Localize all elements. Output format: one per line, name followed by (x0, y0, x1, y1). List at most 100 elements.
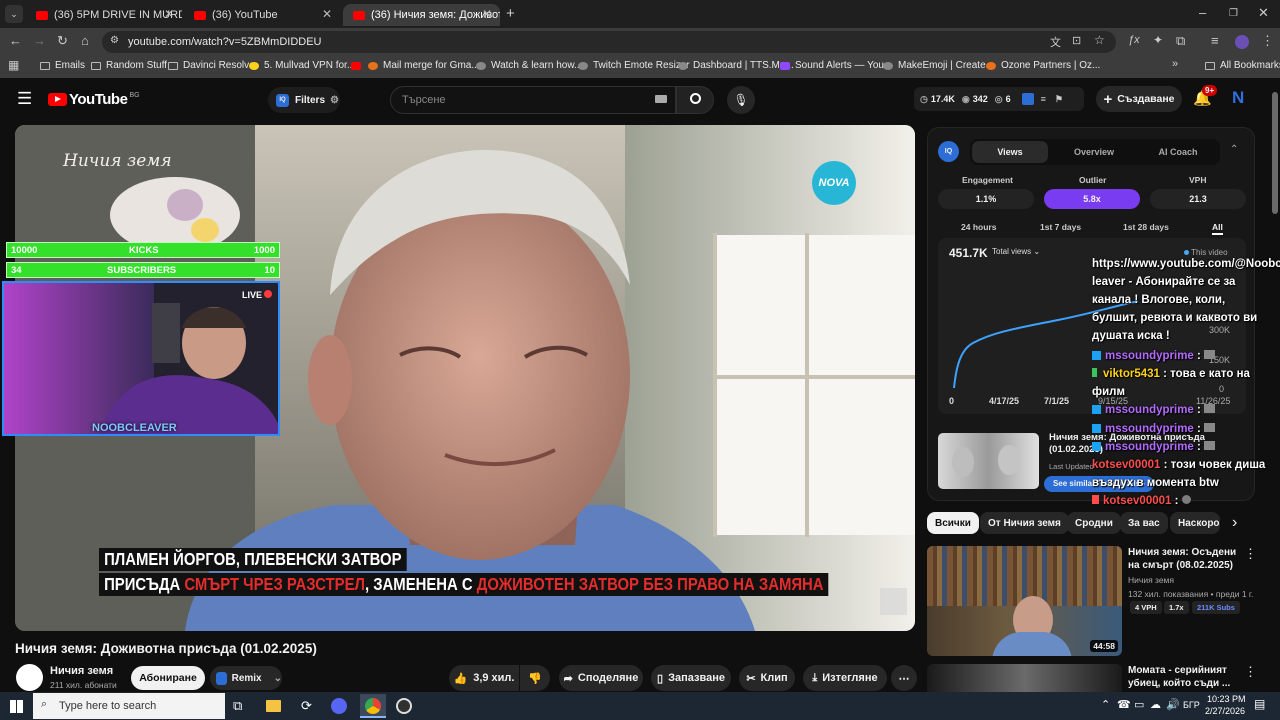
back-icon[interactable]: ← (9, 33, 22, 48)
language-indicator[interactable]: БГР (1183, 700, 1200, 710)
tray-chevron-icon[interactable]: ⌃ (1101, 698, 1110, 711)
recommendation-thumbnail[interactable]: 44:58 (927, 546, 1122, 656)
range-24-hours[interactable]: 24 hours (961, 222, 996, 232)
extension-icon[interactable]: ✦ (1153, 33, 1163, 47)
site-info-icon[interactable]: ⚙ (110, 35, 119, 46)
chip-all[interactable]: Всички (927, 512, 979, 534)
channel-avatar[interactable] (16, 664, 43, 691)
extension-fx-icon[interactable]: ƒx (1128, 34, 1140, 46)
restore-icon[interactable]: ❐ (1229, 8, 1238, 19)
bookmark-random-stuff[interactable]: Random Stuff (91, 60, 167, 71)
bookmark-davinci[interactable]: Davinci Resolve (168, 60, 255, 71)
recommendation-menu-icon[interactable]: ⋮ (1244, 664, 1257, 680)
bookmark-emails[interactable]: Emails (40, 60, 85, 71)
clock-date[interactable]: 2/27/2026 (1205, 706, 1245, 716)
recommendation-menu-icon[interactable]: ⋮ (1244, 546, 1257, 562)
discord-icon[interactable] (331, 698, 347, 714)
youtube-logo[interactable]: YouTube BG (48, 91, 140, 108)
apps-grid-icon[interactable]: ▦ (8, 58, 19, 72)
thumbnail-preview[interactable] (938, 433, 1039, 489)
vidiq-filters-button[interactable]: IQ Filters ⚙ (268, 87, 340, 113)
dislike-button[interactable]: 👎 (520, 665, 550, 691)
notifications-button[interactable]: 🔔 9+ (1193, 85, 1218, 107)
translate-icon[interactable]: 文 (1050, 34, 1061, 50)
more-bookmarks-icon[interactable]: » (1172, 58, 1178, 70)
forward-icon[interactable]: → (33, 33, 46, 48)
chip-from-channel[interactable]: От Ничия земя (980, 512, 1069, 534)
tab-current-video[interactable]: (36) Ничия земя: Доживотна ✕ (343, 4, 500, 26)
vidiq-tab-views[interactable]: Views (972, 141, 1048, 163)
volume-icon[interactable]: 🔊 (1166, 698, 1180, 711)
tab-search-button[interactable]: ⌄ (5, 5, 23, 23)
range-all[interactable]: All (1212, 222, 1223, 235)
taskbar-search-box[interactable]: ⌕ Type here to search (33, 693, 225, 719)
total-views-dropdown[interactable]: Total views ⌄ (992, 247, 1040, 256)
share-button[interactable]: ➦ Споделяне (559, 665, 643, 691)
recommendation-thumbnail-2[interactable] (927, 664, 1122, 692)
notification-center-icon[interactable]: ▤ (1254, 697, 1265, 711)
vidiq-stats-bar[interactable]: ◷ 17.4K ◉ 342 ◎ 6 ≡ ⚑ (914, 87, 1084, 111)
bookmark-twitch-emote[interactable]: Twitch Emote Resizer (578, 60, 690, 71)
chrome-icon[interactable] (360, 694, 386, 718)
close-window-icon[interactable]: ✕ (1258, 5, 1269, 21)
account-avatar[interactable]: N (1232, 88, 1244, 108)
page-scrollbar[interactable] (1272, 92, 1278, 214)
chip-related[interactable]: Сродни (1067, 512, 1121, 534)
install-icon[interactable]: ⊡ (1072, 34, 1081, 47)
download-button[interactable]: ⤓ Изтегляне (803, 665, 887, 691)
bookmark-mullvad[interactable]: 5. Mullvad VPN for... (249, 60, 355, 71)
home-icon[interactable]: ⌂ (81, 33, 89, 48)
clock-time[interactable]: 10:23 PM (1207, 694, 1246, 704)
like-button[interactable]: 👍 3,9 хил. (449, 665, 519, 691)
new-tab-icon[interactable]: + (506, 5, 515, 22)
app-icon[interactable]: ⟳ (301, 698, 312, 714)
all-bookmarks[interactable]: All Bookmarks (1205, 60, 1280, 71)
channel-watermark-button[interactable] (880, 588, 907, 615)
task-view-icon[interactable]: ⧉ (233, 698, 242, 714)
close-tab-icon[interactable]: ✕ (322, 7, 332, 21)
bookmark-mail-merge[interactable]: Mail merge for Gma... (351, 60, 480, 71)
range-1st-7-days[interactable]: 1st 7 days (1040, 222, 1081, 232)
bookmark-makeemoji[interactable]: MakeEmoji | Create... (883, 60, 994, 71)
search-button[interactable] (676, 86, 714, 114)
recommendation-title[interactable]: Ничия земя: Осъдени на смърт (08.02.2025… (1128, 546, 1240, 572)
clip-button[interactable]: ✂ Клип (739, 665, 795, 691)
file-explorer-icon[interactable] (266, 700, 281, 712)
tray-app2-icon[interactable]: ☁ (1150, 698, 1161, 711)
create-button[interactable]: + Създаване (1096, 86, 1182, 112)
close-tab-icon[interactable]: ✕ (164, 7, 174, 21)
profile-avatar[interactable] (1235, 35, 1249, 49)
chip-recent[interactable]: Наскоро (1170, 512, 1220, 534)
windows-start-icon[interactable] (10, 700, 23, 713)
url-field[interactable]: ⚙ youtube.com/watch?v=5ZBMmDIDDEU 文 ⊡ ☆ (102, 31, 1116, 53)
voice-search-button[interactable]: 🎙 (727, 86, 755, 114)
minimize-icon[interactable]: – (1199, 5, 1206, 20)
reading-list-icon[interactable]: ≡ (1211, 33, 1219, 48)
bookmark-watch-learn[interactable]: Watch & learn how... (476, 60, 582, 71)
vidiq-remix-button[interactable]: Remix ⌄ (210, 666, 282, 690)
more-actions-button[interactable]: ⋯ (891, 665, 917, 691)
bookmark-sound-alerts[interactable]: Sound Alerts — You... (780, 60, 892, 71)
channel-name[interactable]: Ничия земя (50, 665, 113, 677)
recommendation-title-2[interactable]: Момата - серийният убиец, който съди ... (1128, 664, 1240, 690)
extensions-puzzle-icon[interactable]: ⧉ (1176, 33, 1185, 49)
bookmark-ozone[interactable]: Ozone Partners | Oz... (986, 60, 1100, 71)
hamburger-menu-icon[interactable]: ☰ (17, 89, 32, 109)
vidiq-tab-overview[interactable]: Overview (1056, 141, 1132, 163)
search-input[interactable]: Търсене (390, 86, 676, 114)
tray-app-icon[interactable]: ☎ (1117, 698, 1131, 711)
tab-youtube[interactable]: (36) YouTube ✕ (184, 4, 340, 26)
range-1st-28-days[interactable]: 1st 28 days (1123, 222, 1169, 232)
network-icon[interactable]: ▭ (1134, 698, 1144, 711)
collapse-chevron-icon[interactable]: ⌃ (1230, 144, 1238, 155)
keyboard-icon[interactable] (655, 95, 667, 103)
chip-for-you[interactable]: За вас (1120, 512, 1168, 534)
obs-icon[interactable] (396, 698, 412, 714)
save-button[interactable]: ▯ Запазване (651, 665, 731, 691)
browser-menu-icon[interactable]: ⋮ (1261, 33, 1274, 49)
bookmark-tts-dashboard[interactable]: Dashboard | TTS.Mo... (678, 60, 794, 71)
subscribe-button[interactable]: Абониране (131, 666, 205, 690)
vidiq-tab-ai-coach[interactable]: AI Coach (1140, 141, 1216, 163)
tab-drive-in[interactable]: (36) 5PM DRIVE IN MURDERED ✕ (26, 4, 182, 26)
bookmark-star-icon[interactable]: ☆ (1094, 33, 1105, 47)
